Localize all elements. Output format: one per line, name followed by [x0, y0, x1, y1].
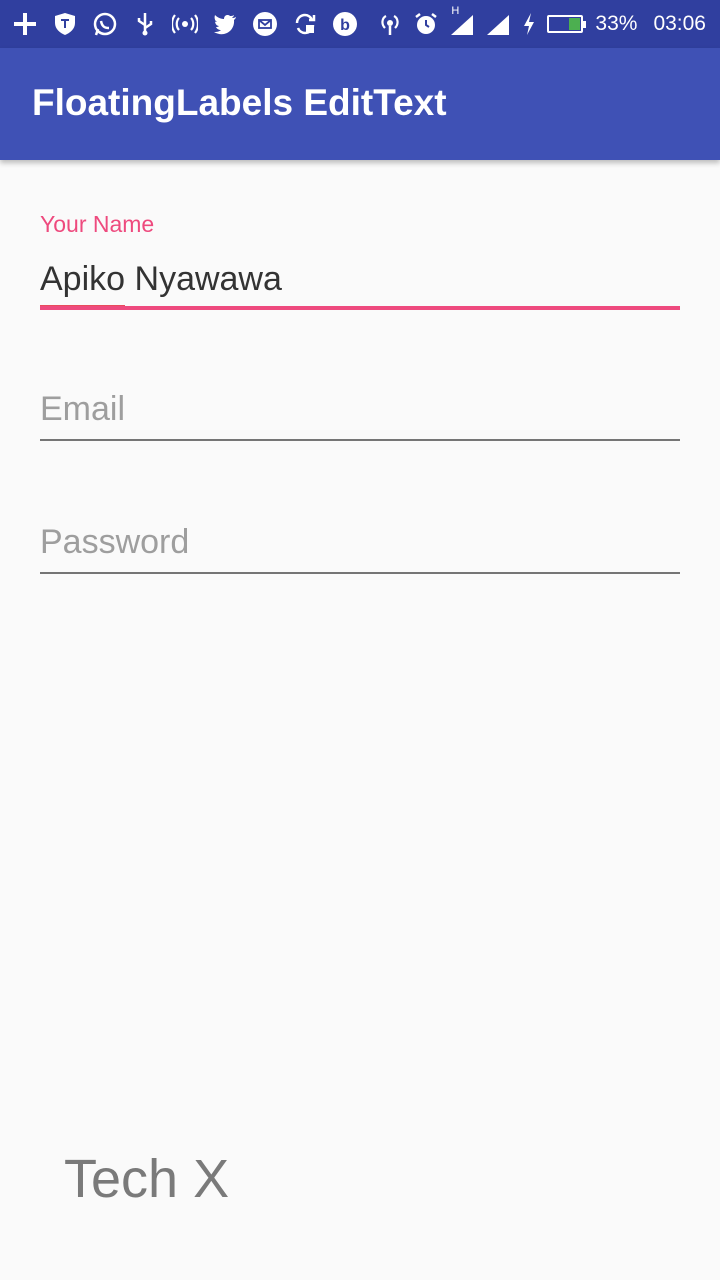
misspelled-word: Apiko	[40, 260, 126, 298]
footer-text: Tech X	[64, 1149, 230, 1209]
signal-icon-2	[485, 11, 511, 37]
battery-icon	[547, 15, 587, 33]
battery-level-fill	[569, 18, 581, 30]
status-left-icons: b	[12, 0, 358, 48]
password-field[interactable]: Password	[40, 518, 680, 578]
clock: 03:06	[653, 12, 706, 35]
password-placeholder: Password	[40, 523, 190, 561]
name-input-value[interactable]: Apiko Nyawawa	[40, 260, 282, 299]
email-field-underline	[40, 439, 680, 441]
app-title: FloatingLabels EditText	[32, 82, 447, 123]
password-field-underline	[40, 572, 680, 574]
signal-icon: H	[449, 5, 475, 37]
email-field[interactable]: Email	[40, 385, 680, 445]
name-field[interactable]: Your Name Apiko Nyawawa	[40, 205, 680, 315]
shield-icon	[52, 11, 78, 37]
sync-icon	[292, 11, 318, 37]
battery-percent: 33%	[595, 12, 638, 35]
charging-icon	[521, 11, 537, 37]
hotspot-tethering-icon	[377, 11, 403, 37]
name-floating-label: Your Name	[40, 211, 155, 237]
status-bar: b H 33% 03:06	[0, 0, 720, 48]
message-icon	[252, 11, 278, 37]
app-bar: FloatingLabels EditText	[0, 48, 720, 160]
network-type-label: H	[451, 5, 460, 17]
whatsapp-icon	[92, 11, 118, 37]
name-value-rest: Nyawawa	[125, 260, 282, 298]
name-field-underline	[40, 306, 680, 310]
b-app-icon: b	[332, 11, 358, 37]
svg-text:b: b	[340, 17, 350, 34]
email-placeholder: Email	[40, 390, 126, 428]
hotspot-icon	[172, 11, 198, 37]
status-right-icons: H 33% 03:06	[377, 0, 706, 48]
alarm-icon	[413, 11, 439, 37]
twitter-icon	[212, 11, 238, 37]
plus-icon	[12, 11, 38, 37]
usb-icon	[132, 11, 158, 37]
